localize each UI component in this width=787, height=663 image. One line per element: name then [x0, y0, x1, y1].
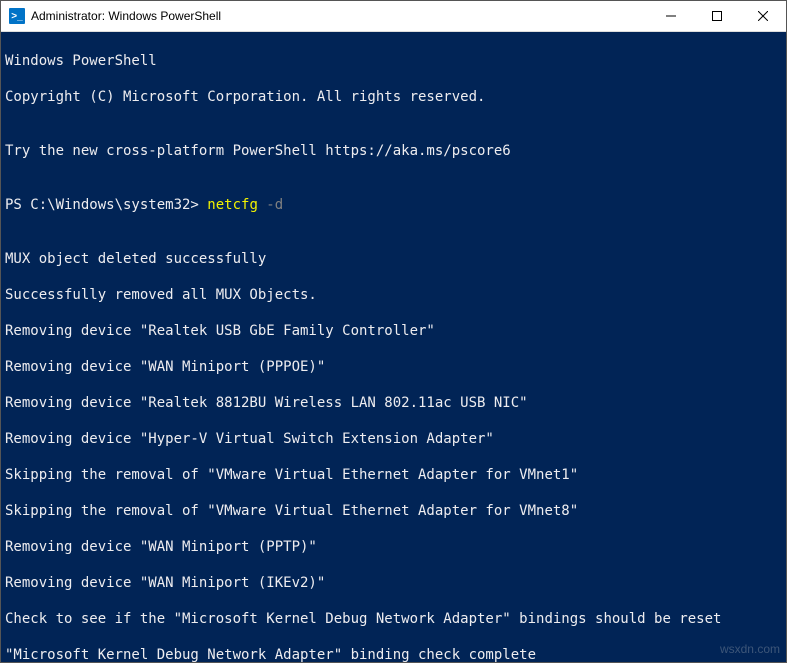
minimize-icon	[666, 11, 676, 21]
output-line: MUX object deleted successfully	[5, 250, 782, 268]
maximize-button[interactable]	[694, 1, 740, 31]
output-line: Copyright (C) Microsoft Corporation. All…	[5, 88, 782, 106]
command-arg: -d	[258, 197, 283, 213]
command-text: netcfg	[207, 197, 258, 213]
output-line: Removing device "Realtek USB GbE Family …	[5, 322, 782, 340]
close-icon	[758, 11, 768, 21]
prompt-line: PS C:\Windows\system32> netcfg -d	[5, 196, 782, 214]
output-line: Windows PowerShell	[5, 52, 782, 70]
prompt-path: PS C:\Windows\system32>	[5, 197, 207, 213]
powershell-window: >_ Administrator: Windows PowerShell Win…	[0, 0, 787, 663]
output-line: Check to see if the "Microsoft Kernel De…	[5, 610, 782, 628]
output-line: "Microsoft Kernel Debug Network Adapter"…	[5, 646, 782, 662]
output-line: Removing device "Realtek 8812BU Wireless…	[5, 394, 782, 412]
close-button[interactable]	[740, 1, 786, 31]
output-line: Skipping the removal of "VMware Virtual …	[5, 502, 782, 520]
window-title: Administrator: Windows PowerShell	[31, 9, 648, 23]
output-line: Removing device "WAN Miniport (PPPOE)"	[5, 358, 782, 376]
output-line: Removing device "WAN Miniport (PPTP)"	[5, 538, 782, 556]
titlebar[interactable]: >_ Administrator: Windows PowerShell	[1, 1, 786, 32]
maximize-icon	[712, 11, 722, 21]
output-line: Skipping the removal of "VMware Virtual …	[5, 466, 782, 484]
powershell-icon: >_	[9, 8, 25, 24]
window-controls	[648, 1, 786, 31]
watermark: wsxdn.com	[720, 640, 780, 658]
terminal-area[interactable]: Windows PowerShell Copyright (C) Microso…	[1, 32, 786, 662]
output-line: Removing device "WAN Miniport (IKEv2)"	[5, 574, 782, 592]
output-line: Removing device "Hyper-V Virtual Switch …	[5, 430, 782, 448]
minimize-button[interactable]	[648, 1, 694, 31]
output-line: Try the new cross-platform PowerShell ht…	[5, 142, 782, 160]
output-line: Successfully removed all MUX Objects.	[5, 286, 782, 304]
